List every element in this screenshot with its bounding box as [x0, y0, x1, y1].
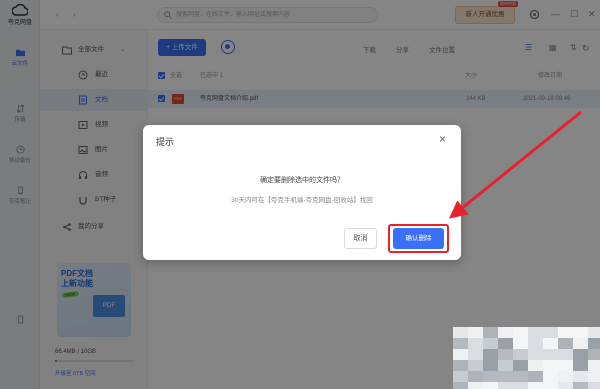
mosaic-block	[483, 382, 498, 389]
dialog-message: 确定要删除选中的文件吗？	[260, 177, 344, 184]
confirm-delete-button[interactable]: 确认删除	[393, 228, 444, 249]
cancel-button[interactable]: 取消	[344, 228, 377, 249]
mosaic-block	[498, 382, 513, 389]
mosaic-block	[543, 382, 558, 389]
dialog-title: 提示	[156, 137, 175, 147]
mosaic-block	[558, 382, 573, 389]
delete-confirm-dialog: 提示 × 确定要删除选中的文件吗？ 30天内可在【夸克手机端-夸克网盘-回收站】…	[143, 125, 461, 260]
dialog-recycle-hint: 30天内可在【夸克手机端-夸克网盘-回收站】找回	[231, 197, 373, 204]
mosaic-block	[528, 382, 543, 389]
mosaic-block	[468, 382, 483, 389]
mosaic-block	[513, 382, 528, 389]
dialog-close-icon[interactable]: ×	[439, 133, 446, 145]
mosaic-block	[573, 382, 588, 389]
mosaic-block	[588, 382, 600, 389]
mosaic-block	[453, 382, 468, 389]
watermark-mosaic	[453, 327, 600, 389]
